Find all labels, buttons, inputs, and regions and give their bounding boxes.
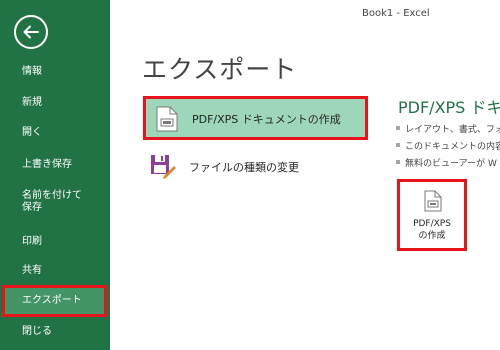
detail-bullet: 無料のビューアーが W bbox=[396, 156, 497, 169]
pdf-document-icon bbox=[156, 106, 178, 132]
pdf-document-icon bbox=[424, 190, 442, 212]
detail-title: PDF/XPS ドキ bbox=[398, 98, 500, 117]
option-label: ファイルの種類の変更 bbox=[189, 161, 299, 174]
window-title: Book1 - Excel bbox=[362, 8, 430, 19]
create-pdf-xps-label-line2: の作成 bbox=[418, 231, 446, 241]
back-arrow-icon bbox=[23, 25, 39, 39]
option-change-file-type[interactable]: ファイルの種類の変更 bbox=[143, 145, 368, 189]
change-file-type-icon bbox=[151, 155, 176, 179]
create-pdf-xps-label-line1: PDF/XPS bbox=[413, 219, 451, 229]
option-label: PDF/XPS ドキュメントの作成 bbox=[192, 113, 341, 126]
detail-bullet: このドキュメントの内容 bbox=[395, 139, 500, 152]
sidebar-item-save-as[interactable]: 名前を付けて保存 bbox=[0, 190, 90, 214]
detail-bullet: レイアウト、書式、フォ bbox=[396, 122, 500, 135]
sidebar-item-new[interactable]: 新規 bbox=[0, 97, 110, 109]
sidebar-item-open[interactable]: 開く bbox=[0, 127, 110, 139]
sidebar-item-info[interactable]: 情報 bbox=[0, 66, 110, 78]
create-pdf-xps-label: PDF/XPS の作成 bbox=[400, 218, 464, 242]
sidebar-item-close[interactable]: 閉じる bbox=[0, 326, 110, 338]
backstage-sidebar: 情報 新規 開く 上書き保存 名前を付けて保存 印刷 共有 エクスポート 閉じる bbox=[0, 0, 110, 350]
option-create-pdf-xps[interactable]: PDF/XPS ドキュメントの作成 bbox=[143, 96, 368, 140]
back-button[interactable] bbox=[14, 15, 48, 49]
create-pdf-xps-button[interactable]: PDF/XPS の作成 bbox=[397, 179, 467, 251]
sidebar-item-save[interactable]: 上書き保存 bbox=[0, 159, 110, 171]
sidebar-item-export[interactable]: エクスポート bbox=[2, 285, 107, 317]
sidebar-item-share[interactable]: 共有 bbox=[0, 265, 110, 277]
sidebar-item-print[interactable]: 印刷 bbox=[0, 236, 110, 248]
page-title: エクスポート bbox=[142, 55, 298, 84]
